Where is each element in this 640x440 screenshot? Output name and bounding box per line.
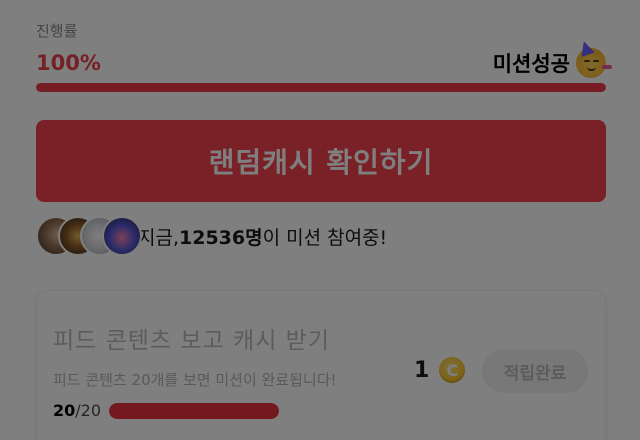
dim-overlay[interactable] bbox=[0, 0, 640, 440]
mission-screen: 진행률 100% 미션성공 랜덤캐시 확인하기 지금, 12536명 이 미션 … bbox=[0, 0, 640, 440]
